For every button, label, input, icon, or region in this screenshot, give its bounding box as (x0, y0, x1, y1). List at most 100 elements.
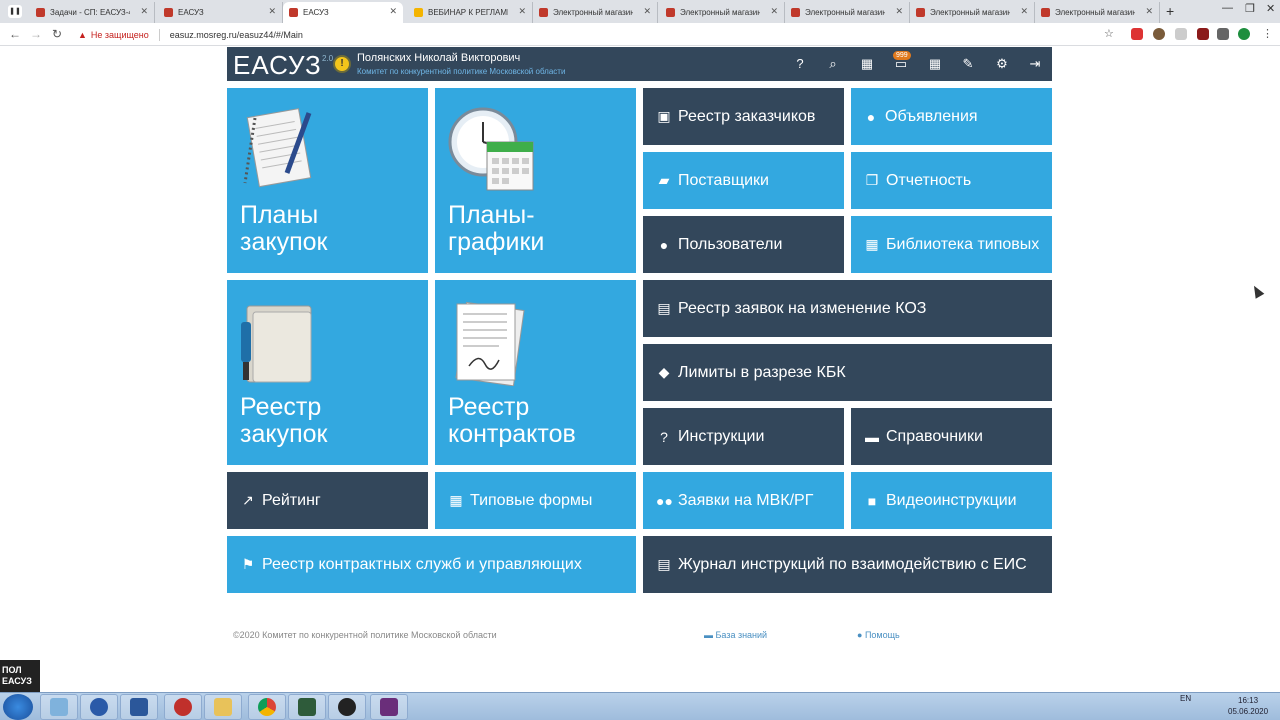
tile-suppliers[interactable]: ▰ Поставщики (643, 152, 844, 209)
tile-reference[interactable]: ▬ Справочники (851, 408, 1052, 465)
tile-contract-services[interactable]: ⚑ Реестр контрактных служб и управляющих (227, 536, 636, 593)
browser-tab[interactable]: Электронный магазин ✕ (660, 2, 785, 23)
user-name[interactable]: Полянских Николай Викторович (357, 52, 520, 64)
gear-icon[interactable]: ⚙ (994, 56, 1010, 72)
book-icon: ▬ (865, 428, 879, 445)
forward-icon[interactable]: → (30, 27, 42, 41)
extension-abp-icon[interactable] (1131, 28, 1143, 40)
tile-contract-registry[interactable]: Реестр контрактов (435, 280, 636, 465)
copy-icon: ❐ (865, 172, 879, 188)
taskbar-app[interactable] (288, 694, 326, 720)
minimize-button[interactable]: — (1222, 2, 1233, 14)
folder-icon (241, 305, 312, 383)
logo[interactable]: ЕАСУЗ (233, 50, 322, 81)
tab-close-icon[interactable]: ✕ (389, 6, 397, 17)
tile-koz-requests-label: Реестр заявок на изменение КОЗ (678, 299, 927, 317)
tile-instructions-label: Инструкции (678, 427, 765, 445)
new-tab-button[interactable]: + (1166, 3, 1174, 19)
tile-schedules[interactable]: Планы- графики (435, 88, 636, 273)
taskbar-chrome[interactable] (248, 694, 286, 720)
taskbar-app[interactable] (80, 694, 118, 720)
tile-announcements[interactable]: ● Объявления (851, 88, 1052, 145)
tab-close-icon[interactable]: ✕ (770, 6, 778, 17)
question-icon: ● (857, 630, 865, 640)
tile-kbk-limits[interactable]: ◆ Лимиты в разрезе КБК (643, 344, 1052, 401)
tab-close-icon[interactable]: ✕ (1145, 6, 1153, 17)
tile-forms[interactable]: ▦ Типовые формы (435, 472, 636, 529)
tile-customers[interactable]: ▣ Реестр заказчиков (643, 88, 844, 145)
language-indicator[interactable]: EN (1180, 694, 1191, 703)
user-icon: ● (659, 236, 669, 253)
calendar-icon[interactable]: ▦ (859, 56, 875, 72)
tile-suppliers-label: Поставщики (678, 171, 769, 189)
tile-instructions[interactable]: ? Инструкции (643, 408, 844, 465)
taskbar-explorer[interactable] (204, 694, 242, 720)
knowledge-base-link[interactable]: ▬ База знаний (704, 630, 767, 640)
tile-eis-journal[interactable]: ▤ Журнал инструкций по взаимодействию с Е… (643, 536, 1052, 593)
reload-icon[interactable]: ↻ (52, 27, 62, 41)
browser-tab[interactable]: Электронный магазин ✕ (1035, 2, 1160, 23)
taskbar-obs[interactable] (328, 694, 366, 720)
tile-video[interactable]: ■ Видеоинструкции (851, 472, 1052, 529)
grid-icon[interactable]: ▦ (927, 56, 943, 72)
tile-users[interactable]: ● Пользователи (643, 216, 844, 273)
tab-title: Электронный магазин (1055, 8, 1135, 17)
back-icon[interactable]: ← (9, 27, 21, 41)
tile-kbk-limits-label: Лимиты в разрезе КБК (678, 363, 846, 381)
browser-tab[interactable]: Электронный магазин ✕ (533, 2, 658, 23)
tile-reports[interactable]: ❐ Отчетность (851, 152, 1052, 209)
tile-koz-requests[interactable]: ▤ Реестр заявок на изменение КОЗ (643, 280, 1052, 337)
brush-icon[interactable]: ✎ (960, 56, 976, 72)
tile-video-label: Видеоинструкции (886, 491, 1017, 509)
warning-badge-icon[interactable]: ! (333, 55, 351, 73)
star-icon[interactable]: ☆ (1104, 27, 1114, 40)
tile-forms-label: Типовые формы (470, 491, 593, 509)
tile-library-label: Библиотека типовых (886, 235, 1040, 253)
bookmark-icon: ⚑ (241, 556, 255, 572)
browser-tab[interactable]: ЕАСУЗ ✕ (283, 2, 403, 23)
url-field[interactable]: ▲ Не защищено easuz.mosreg.ru/easuz44/#/… (78, 26, 303, 43)
logout-icon[interactable]: ⇥ (1027, 56, 1043, 72)
start-button[interactable] (3, 694, 33, 720)
tab-close-icon[interactable]: ✕ (643, 6, 651, 17)
tab-close-icon[interactable]: ✕ (268, 6, 276, 17)
tile-library[interactable]: ▦ Библиотека типовых (851, 216, 1052, 273)
maximize-button[interactable]: ❐ (1245, 2, 1255, 15)
tab-favicon-icon (666, 8, 675, 17)
browser-tab[interactable]: Электронный магазин ✕ (785, 2, 910, 23)
menu-icon[interactable]: ⋮ (1262, 27, 1273, 40)
pause-icon[interactable]: ❚❚ (8, 5, 22, 18)
extension-icon[interactable] (1175, 28, 1187, 40)
tab-close-icon[interactable]: ✕ (895, 6, 903, 17)
taskbar-app[interactable] (40, 694, 78, 720)
tab-close-icon[interactable]: ✕ (140, 6, 148, 17)
clock[interactable]: 16:13 05.06.2020 (1228, 695, 1268, 717)
tile-reference-label: Справочники (886, 427, 983, 445)
tab-close-icon[interactable]: ✕ (518, 6, 526, 17)
taskbar-winrar[interactable] (370, 694, 408, 720)
browser-tab[interactable]: ЕАСУЗ ✕ (158, 2, 283, 23)
puzzle-icon[interactable] (1217, 28, 1229, 40)
mouse-cursor (1249, 283, 1265, 299)
tile-purchase-registry[interactable]: Реестр закупок (227, 280, 428, 465)
notification-badge: 999 (893, 51, 911, 60)
tab-close-icon[interactable]: ✕ (1020, 6, 1028, 17)
taskbar-app[interactable] (164, 694, 202, 720)
browser-tab[interactable]: Электронный магазин ✕ (910, 2, 1035, 23)
extension-icon[interactable] (1197, 28, 1209, 40)
profile-avatar[interactable] (1238, 28, 1250, 40)
browser-tab[interactable]: ВЕБИНАР К РЕГЛАМЕН ✕ (408, 2, 533, 23)
help-icon[interactable]: ? (792, 56, 808, 72)
taskbar-word[interactable] (120, 694, 158, 720)
tile-mvk-requests[interactable]: ●● Заявки на МВК/РГ (643, 472, 844, 529)
browser-tab[interactable]: Задачи - СП: ЕАСУЗ-44 ✕ (30, 2, 155, 23)
notebook-icon (243, 108, 312, 188)
close-window-button[interactable]: ✕ (1266, 2, 1275, 15)
extension-icon[interactable] (1153, 28, 1165, 40)
search-icon[interactable]: ⌕ (825, 56, 841, 72)
help-link[interactable]: ● Помощь (857, 630, 900, 640)
tile-rating[interactable]: ↗ Рейтинг (227, 472, 428, 529)
shield-icon: ◆ (658, 364, 670, 380)
tile-plans[interactable]: Планы закупок (227, 88, 428, 273)
tile-users-label: Пользователи (678, 235, 783, 253)
